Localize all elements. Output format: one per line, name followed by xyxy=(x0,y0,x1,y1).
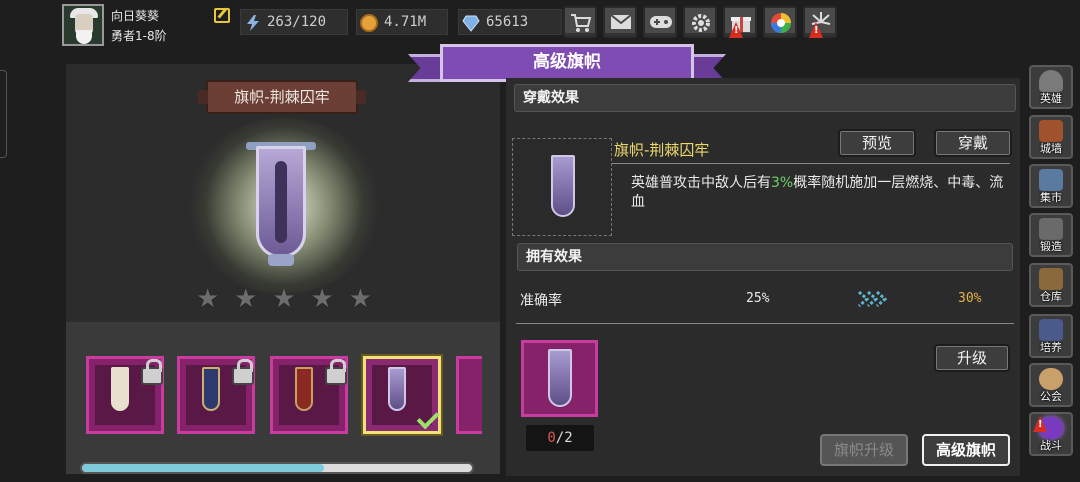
player-rank: 勇者1-8阶 xyxy=(111,29,167,43)
banner-slot-white[interactable] xyxy=(86,356,164,434)
nav-item-market[interactable]: 集市 xyxy=(1029,164,1073,208)
settings-gear-icon xyxy=(692,14,710,32)
star-icon: ★ xyxy=(348,284,372,314)
thorn-prison-banner-icon xyxy=(388,367,406,411)
gem-value: 65613 xyxy=(486,14,529,30)
item-divider xyxy=(612,163,1010,164)
wear-effect-description: 英雄普攻击中敌人后有3%概率随机施加一层燃烧、中毒、流血 xyxy=(631,174,1015,212)
castle-wall-icon xyxy=(1039,120,1063,142)
accuracy-next-value: 30% xyxy=(958,291,982,306)
wear-effect-heading: 穿戴效果 xyxy=(514,84,1016,112)
sword-banner-icon xyxy=(295,367,313,411)
nav-label: 英雄 xyxy=(1040,92,1062,105)
material-need: /2 xyxy=(555,430,573,446)
thorn-prison-banner-icon xyxy=(551,155,575,217)
thorn-prison-banner-icon xyxy=(548,349,572,407)
banner-slot-partial[interactable] xyxy=(456,356,482,434)
banner-base xyxy=(268,254,294,266)
edit-name-icon[interactable] xyxy=(214,8,230,23)
thorn-prison-banner-image xyxy=(256,146,306,258)
nav-label: 公会 xyxy=(1040,390,1062,403)
nav-item-warehouse[interactable]: 仓库 xyxy=(1029,263,1073,307)
training-icon xyxy=(1039,319,1063,341)
banner-slot-moon[interactable] xyxy=(177,356,255,434)
player-name: 向日葵葵 xyxy=(111,9,160,23)
gem-resource[interactable]: 65613 xyxy=(458,9,562,35)
accuracy-label: 准确率 xyxy=(520,293,562,309)
star-icon: ★ xyxy=(196,284,220,314)
nav-label: 培养 xyxy=(1040,341,1062,354)
nav-label: 仓库 xyxy=(1040,290,1062,303)
gold-value: 4.71M xyxy=(384,14,427,30)
energy-icon xyxy=(247,15,259,31)
desc-highlight-chance: 3% xyxy=(771,175,794,191)
market-stall-icon xyxy=(1039,169,1063,191)
star-icon: ★ xyxy=(272,284,296,314)
upgrade-button[interactable]: 升级 xyxy=(934,344,1010,372)
gamepad-button[interactable] xyxy=(643,6,677,38)
shop-button[interactable] xyxy=(563,6,597,38)
side-drawer-tab[interactable] xyxy=(0,70,7,158)
energy-resource[interactable]: 263/120 xyxy=(240,9,348,35)
lock-icon xyxy=(141,359,163,385)
white-banner-icon xyxy=(111,367,129,411)
accuracy-current-value: 25% xyxy=(746,291,770,306)
guild-icon xyxy=(1039,368,1063,390)
gamepad-icon xyxy=(650,16,672,28)
equipped-banner-frame xyxy=(512,138,612,236)
color-wheel-icon xyxy=(771,13,791,33)
nav-item-forge[interactable]: 锻造 xyxy=(1029,213,1073,257)
upgrade-arrow-icon xyxy=(858,290,887,308)
item-name: 旗帜-荆棘囚牢 xyxy=(614,141,710,159)
nav-item-hero[interactable]: 英雄 xyxy=(1029,65,1073,109)
gift-button[interactable] xyxy=(723,6,757,38)
star-rating: ★ ★ ★ ★ ★ xyxy=(196,286,372,312)
nav-item-wall[interactable]: 城墙 xyxy=(1029,115,1073,159)
page-title: 高级旗帜 xyxy=(440,44,694,82)
own-effect-heading: 拥有效果 xyxy=(517,243,1013,271)
material-have: 0 xyxy=(547,430,556,446)
nav-label: 集市 xyxy=(1040,191,1062,204)
tab-advanced-banner[interactable]: 高级旗帜 xyxy=(922,434,1010,466)
nav-label: 战斗 xyxy=(1040,439,1062,452)
avatar-beard xyxy=(76,30,92,44)
anvil-icon xyxy=(1039,218,1063,240)
star-icon: ★ xyxy=(234,284,258,314)
gold-coin-icon xyxy=(360,14,378,32)
mail-icon xyxy=(610,14,632,29)
nav-item-training[interactable]: 培养 xyxy=(1029,314,1073,358)
moon-banner-icon xyxy=(202,367,220,411)
scrollbar-thumb[interactable] xyxy=(82,464,324,472)
nav-item-battle[interactable]: 战斗 xyxy=(1029,412,1073,456)
mail-button[interactable] xyxy=(603,6,637,38)
lock-icon xyxy=(232,359,254,385)
gold-resource[interactable]: 4.71M xyxy=(356,9,448,35)
nav-label: 城墙 xyxy=(1040,142,1062,155)
nav-item-guild[interactable]: 公会 xyxy=(1029,363,1073,407)
banner-name-plate: 旗帜-荆棘囚牢 xyxy=(198,80,366,114)
player-avatar[interactable] xyxy=(62,4,104,46)
equip-button[interactable]: 穿戴 xyxy=(934,129,1012,157)
banner-slot-sword[interactable] xyxy=(270,356,348,434)
settings-button[interactable] xyxy=(683,6,717,38)
star-icon: ★ xyxy=(310,284,334,314)
gem-icon xyxy=(462,15,480,32)
shop-cart-icon xyxy=(571,14,592,32)
tab-banner-upgrade[interactable]: 旗帜升级 xyxy=(820,434,908,466)
desc-text-start: 英雄普攻击中敌人后有 xyxy=(631,175,771,191)
firework-button[interactable] xyxy=(803,6,837,38)
material-count: 0/2 xyxy=(526,425,594,451)
upgrade-material-slot[interactable] xyxy=(521,340,598,417)
warehouse-icon xyxy=(1039,268,1063,290)
preview-button[interactable]: 预览 xyxy=(838,129,916,157)
lock-icon xyxy=(325,359,347,385)
energy-value: 263/120 xyxy=(267,14,327,30)
banner-list-scrollbar[interactable] xyxy=(80,462,474,474)
section-divider xyxy=(516,323,1014,324)
nav-label: 锻造 xyxy=(1040,240,1062,253)
banner-stripe xyxy=(275,161,287,243)
hero-helmet-icon xyxy=(1039,70,1063,92)
color-wheel-button[interactable] xyxy=(763,6,797,38)
